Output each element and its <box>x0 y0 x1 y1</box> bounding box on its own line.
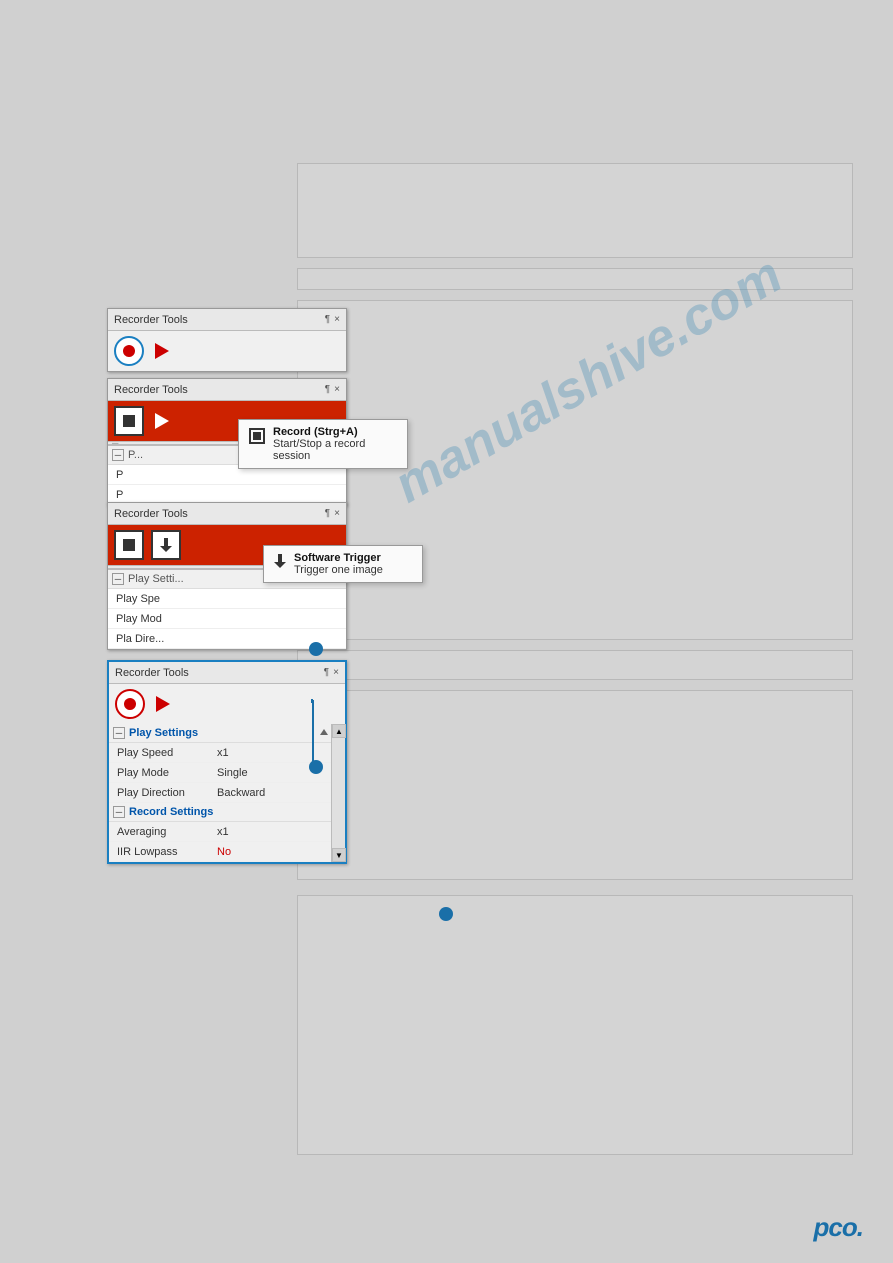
connector-line-h1 <box>311 699 313 703</box>
play-section-header: ─ Play Settings <box>109 724 345 743</box>
record-expand-btn[interactable]: ─ <box>113 806 125 818</box>
settings-container-4: ─ Play Settings Play Speed x1 Play Mode … <box>109 724 345 862</box>
record-button-4[interactable] <box>115 689 145 719</box>
tooltip-desc-trigger: Trigger one image <box>294 564 383 576</box>
scrollbar-4[interactable]: ▲ ▼ <box>331 724 345 862</box>
right-panel-4 <box>297 650 853 680</box>
play-expand-btn[interactable]: ─ <box>113 727 125 739</box>
titlebar-4: Recorder Tools ¶ × <box>109 662 345 684</box>
titlebar-controls-1: ¶ × <box>325 314 340 325</box>
right-panel-3 <box>297 300 853 640</box>
section-label-3: Play Setti... <box>128 573 184 585</box>
tooltip-trigger-icon <box>274 554 286 568</box>
toolbar-1 <box>108 331 346 371</box>
titlebar-controls-3: ¶ × <box>325 508 340 519</box>
play-speed-row: Play Speed x1 <box>109 743 345 763</box>
iir-lowpass-row: IIR Lowpass No <box>109 842 345 862</box>
record-button-1[interactable] <box>114 336 144 366</box>
right-panel-6 <box>297 895 853 1155</box>
record-section-header: ─ Record Settings <box>109 803 345 822</box>
recorder-window-3: Recorder Tools ¶ × ─ Play Setti... Play … <box>107 502 347 650</box>
titlebar-controls-2: ¶ × <box>325 384 340 395</box>
play-direction-row: Play Direction Backward <box>109 783 345 803</box>
close-icon-4[interactable]: × <box>333 667 339 678</box>
titlebar-controls-4: ¶ × <box>324 667 339 678</box>
trigger-arrow-icon <box>160 538 172 552</box>
tooltip-content-record: Record (Strg+A) Start/Stop a record sess… <box>273 426 397 462</box>
close-icon-1[interactable]: × <box>334 314 340 325</box>
label-speed-3: Play Spe <box>116 593 216 605</box>
right-panel-5 <box>297 690 853 880</box>
averaging-label: Averaging <box>117 826 217 838</box>
recorder-window-2: Recorder Tools ¶ × ─ ─ P... P P <box>107 378 347 506</box>
pin-icon-3[interactable]: ¶ <box>325 508 330 519</box>
scroll-up-4[interactable] <box>319 726 329 740</box>
window4-title: Recorder Tools <box>115 667 189 679</box>
tooltip-content-trigger: Software Trigger Trigger one image <box>294 552 383 576</box>
play-mode-value: Single <box>217 767 248 779</box>
averaging-value: x1 <box>217 826 229 838</box>
scroll-arrow-down-4[interactable]: ▼ <box>332 848 346 862</box>
play-direction-label: Play Direction <box>117 787 217 799</box>
iir-lowpass-label: IIR Lowpass <box>117 846 217 858</box>
label-p2: P <box>116 489 216 501</box>
settings-row-mode-3: Play Mod <box>108 609 346 629</box>
pin-icon-1[interactable]: ¶ <box>325 314 330 325</box>
play-icon-2 <box>155 413 169 429</box>
connector-line-vertical <box>312 700 314 767</box>
tooltip-desc-record: Start/Stop a record session <box>273 438 397 462</box>
pin-icon-4[interactable]: ¶ <box>324 667 329 678</box>
play-direction-value: Backward <box>217 787 265 799</box>
scroll-arrow-up-4[interactable]: ▲ <box>332 724 346 738</box>
pco-logo: pco. <box>814 1212 863 1243</box>
label-p1: P <box>116 469 216 481</box>
tooltip-square-icon <box>249 428 265 444</box>
label-extra-3: Pla Dire... <box>116 633 216 645</box>
close-icon-2[interactable]: × <box>334 384 340 395</box>
play-speed-value: x1 <box>217 747 229 759</box>
toolbar-4 <box>109 684 345 724</box>
settings-row-speed-3: Play Spe <box>108 589 346 609</box>
blue-dot-1 <box>309 642 323 656</box>
label-mode-3: Play Mod <box>116 613 216 625</box>
window3-title: Recorder Tools <box>114 508 188 520</box>
pin-icon-2[interactable]: ¶ <box>325 384 330 395</box>
blue-dot-3 <box>439 907 453 921</box>
titlebar-2: Recorder Tools ¶ × <box>108 379 346 401</box>
play-mode-label: Play Mode <box>117 767 217 779</box>
right-panel-2 <box>297 268 853 290</box>
play-section-title: Play Settings <box>129 727 198 739</box>
close-icon-3[interactable]: × <box>334 508 340 519</box>
tooltip-title-trigger: Software Trigger <box>294 552 383 564</box>
blue-dot-2 <box>309 760 323 774</box>
section-label-2: P... <box>128 449 143 461</box>
trigger-button-3[interactable] <box>151 530 181 560</box>
play-button-4[interactable] <box>148 689 178 719</box>
window2-title: Recorder Tools <box>114 384 188 396</box>
stop-button-2[interactable] <box>114 406 144 436</box>
record-section-title: Record Settings <box>129 806 213 818</box>
averaging-row: Averaging x1 <box>109 822 345 842</box>
tooltip-record: Record (Strg+A) Start/Stop a record sess… <box>238 419 408 469</box>
titlebar-1: Recorder Tools ¶ × <box>108 309 346 331</box>
tooltip-title-record: Record (Strg+A) <box>273 426 397 438</box>
window1-title: Recorder Tools <box>114 314 188 326</box>
recorder-window-1: Recorder Tools ¶ × <box>107 308 347 372</box>
collapse-icon-2[interactable]: ─ <box>112 438 118 448</box>
titlebar-3: Recorder Tools ¶ × <box>108 503 346 525</box>
iir-lowpass-value: No <box>217 846 231 858</box>
expand-btn-3[interactable]: ─ <box>112 573 124 585</box>
play-speed-label: Play Speed <box>117 747 217 759</box>
stop-button-3[interactable] <box>114 530 144 560</box>
right-panel-1 <box>297 163 853 258</box>
play-button-1[interactable] <box>147 336 177 366</box>
tooltip-trigger: Software Trigger Trigger one image <box>263 545 423 583</box>
expand-btn-2[interactable]: ─ <box>112 449 124 461</box>
